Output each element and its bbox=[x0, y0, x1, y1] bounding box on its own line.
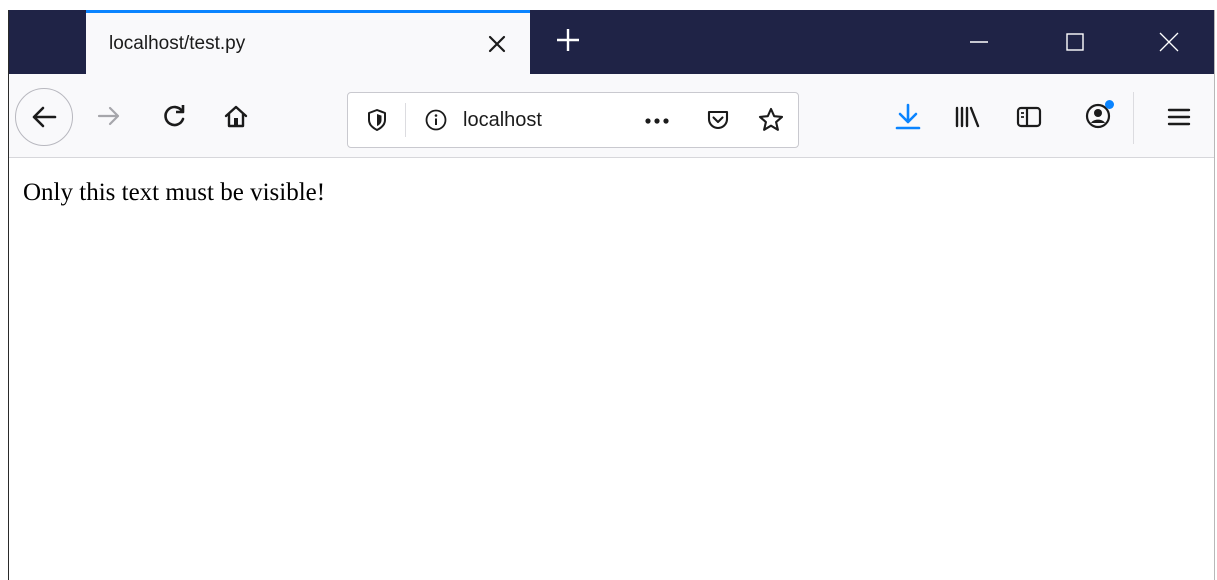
tab-active[interactable]: localhost/test.py bbox=[86, 10, 530, 74]
arrow-right-icon bbox=[97, 106, 120, 126]
reload-button[interactable] bbox=[160, 101, 190, 131]
back-button[interactable] bbox=[15, 88, 73, 146]
hamburger-icon bbox=[1167, 108, 1191, 126]
forward-button[interactable] bbox=[94, 101, 124, 131]
downloads-button[interactable] bbox=[893, 101, 923, 133]
page-content: Only this text must be visible! bbox=[9, 158, 1214, 580]
home-button[interactable] bbox=[221, 101, 251, 131]
menu-button[interactable] bbox=[1163, 101, 1195, 133]
account-button[interactable] bbox=[1082, 100, 1114, 132]
home-icon bbox=[224, 105, 248, 128]
maximize-icon[interactable] bbox=[1052, 10, 1098, 74]
tab-strip: localhost/test.py bbox=[9, 10, 1214, 74]
close-window-icon[interactable] bbox=[1146, 10, 1192, 74]
reload-icon bbox=[164, 105, 185, 127]
arrow-left-icon bbox=[32, 106, 57, 128]
url-input[interactable]: localhost bbox=[463, 109, 575, 132]
toolbar-separator bbox=[1133, 92, 1134, 144]
browser-window: localhost/test.py localhost Only this te… bbox=[8, 10, 1215, 580]
pocket-icon[interactable] bbox=[704, 106, 732, 134]
page-body-text: Only this text must be visible! bbox=[23, 179, 326, 206]
account-icon bbox=[1085, 100, 1114, 129]
star-icon[interactable] bbox=[756, 105, 786, 135]
close-icon[interactable] bbox=[486, 33, 508, 55]
ellipsis-icon[interactable] bbox=[642, 108, 672, 134]
plus-icon[interactable] bbox=[556, 28, 580, 52]
notification-dot bbox=[1105, 100, 1114, 109]
info-icon[interactable] bbox=[423, 107, 449, 133]
library-icon bbox=[955, 106, 980, 128]
url-separator bbox=[405, 103, 406, 137]
sidebars-button[interactable] bbox=[1013, 101, 1045, 133]
url-bar[interactable]: localhost bbox=[347, 92, 799, 148]
library-button[interactable] bbox=[951, 101, 983, 133]
shield-icon[interactable] bbox=[364, 107, 390, 133]
nav-toolbar: localhost bbox=[9, 74, 1214, 158]
tab-title: localhost/test.py bbox=[109, 33, 246, 54]
sidebar-icon bbox=[1016, 106, 1042, 128]
minimize-icon[interactable] bbox=[956, 10, 1002, 74]
download-icon bbox=[895, 103, 921, 130]
